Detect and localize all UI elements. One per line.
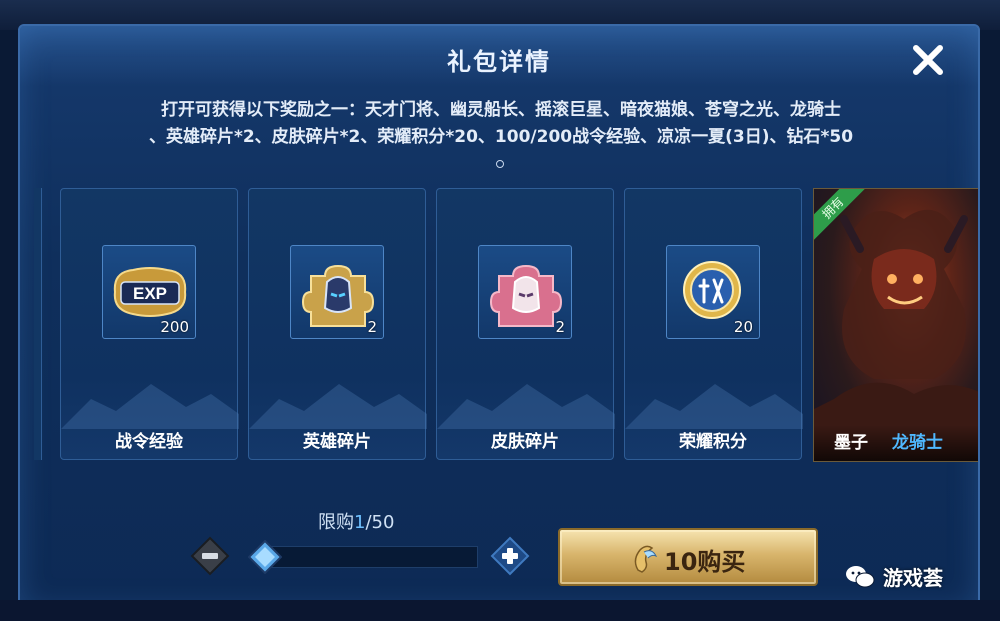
purchase-limit: 限购1/50 — [318, 508, 394, 534]
mountain-decoration — [249, 384, 427, 429]
reward-cards-strip[interactable]: EXP 200 战令经验 2 英雄碎片 2 皮肤碎片 20 荣耀积分 拥有 墨子… — [34, 186, 978, 466]
mountain-decoration — [61, 384, 239, 429]
reward-count: 2 — [367, 318, 377, 336]
close-icon — [913, 45, 943, 75]
reward-item-box: 2 — [478, 245, 572, 339]
reward-card-honor-points[interactable]: 20 荣耀积分 — [624, 188, 803, 460]
reward-item-box: 2 — [290, 245, 384, 339]
mountain-decoration — [625, 384, 803, 429]
plus-icon — [490, 536, 530, 576]
partial-card-left — [34, 188, 42, 460]
background-bottom-bar — [0, 600, 1000, 621]
reward-card-exp[interactable]: EXP 200 战令经验 — [60, 188, 239, 460]
skin-artwork — [814, 209, 978, 461]
wechat-icon — [846, 565, 875, 587]
description-line-2: 、英雄碎片*2、皮肤碎片*2、荣耀积分*20、100/200战令经验、凉凉一夏(… — [148, 127, 854, 147]
description-line-1: 打开可获得以下奖励之一：天才门将、幽灵船长、摇滚巨星、暗夜猫娘、苍穹之光、龙骑士 — [161, 100, 841, 120]
reward-count: 200 — [160, 318, 189, 336]
buy-label: 10购买 — [664, 548, 746, 576]
decrease-quantity-button[interactable] — [190, 536, 230, 576]
reward-label: 皮肤碎片 — [491, 432, 559, 452]
skin-caption: 墨子 龙骑士 — [814, 425, 978, 461]
limit-current: 1 — [354, 512, 366, 533]
skin-name: 龙骑士 — [891, 433, 943, 453]
mountain-decoration — [437, 384, 615, 429]
watermark-text: 游戏荟 — [883, 566, 943, 590]
currency-icon — [634, 545, 658, 573]
description-period — [496, 160, 504, 168]
minus-icon — [190, 536, 230, 576]
limit-prefix: 限购 — [318, 512, 354, 533]
reward-item-box: EXP 200 — [102, 245, 196, 339]
skin-hero-name: 墨子 — [834, 433, 868, 453]
reward-count: 2 — [555, 318, 565, 336]
svg-text:EXP: EXP — [133, 284, 167, 303]
reward-count: 20 — [733, 318, 753, 336]
dialog-title: 礼包详情 — [447, 48, 551, 76]
quantity-slider-track[interactable] — [260, 546, 478, 568]
reward-card-skin-shard[interactable]: 2 皮肤碎片 — [436, 188, 615, 460]
reward-label: 战令经验 — [115, 432, 183, 452]
increase-quantity-button[interactable] — [490, 536, 530, 576]
reward-label: 荣耀积分 — [679, 432, 747, 452]
buy-button[interactable]: 10购买 — [558, 528, 818, 586]
reward-card-hero-shard[interactable]: 2 英雄碎片 — [248, 188, 427, 460]
close-button[interactable] — [908, 40, 948, 80]
skin-card[interactable]: 拥有 墨子 龙骑士 — [813, 188, 978, 462]
slider-handle-icon — [247, 539, 283, 575]
reward-item-box: 20 — [666, 245, 760, 339]
reward-label: 英雄碎片 — [303, 432, 371, 452]
gift-pack-dialog: 礼包详情 打开可获得以下奖励之一：天才门将、幽灵船长、摇滚巨星、暗夜猫娘、苍穹之… — [18, 24, 980, 612]
quantity-slider-handle[interactable] — [247, 539, 283, 575]
limit-total: /50 — [365, 512, 395, 533]
watermark: 游戏荟 — [845, 562, 943, 591]
